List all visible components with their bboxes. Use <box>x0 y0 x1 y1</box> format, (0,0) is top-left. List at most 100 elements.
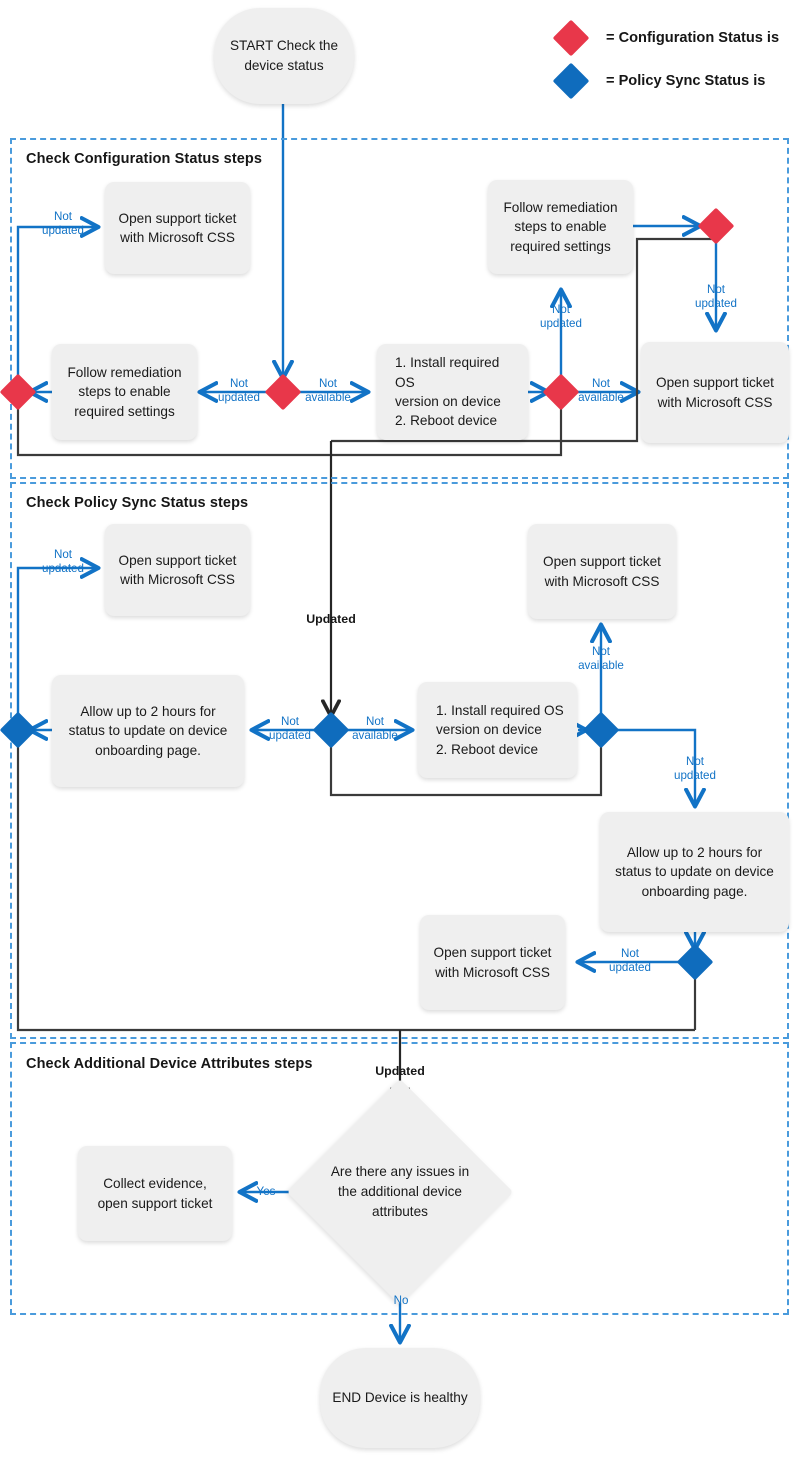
box-line: status to update on device <box>615 864 774 880</box>
edge-label-no: No <box>393 1294 409 1307</box>
edge-label-config-center-right: Not available <box>300 377 356 404</box>
edge-label-line: Not <box>365 715 385 728</box>
box-install-os-reboot-config: 1. Install required OS version on device… <box>377 344 528 440</box>
edge-label-line: Not <box>685 755 705 768</box>
edge-label-sync-center-right: Not available <box>347 715 403 742</box>
box-open-support-ticket-config-left: Open support ticket with Microsoft CSS <box>105 182 250 274</box>
edge-label-line: Not <box>53 210 73 223</box>
section-title-policy-sync-status: Check Policy Sync Status steps <box>26 495 249 511</box>
start-line-1: START <box>229 38 274 54</box>
box-line: Open support ticket <box>118 210 237 226</box>
box-line: required settings <box>74 403 175 419</box>
box-open-support-ticket-config-right: Open support ticket with Microsoft CSS <box>641 342 789 443</box>
edge-label-line: Not <box>53 548 73 561</box>
box-line: onboarding page. <box>641 883 748 899</box>
box-collect-evidence-open-ticket: Collect evidence, open support ticket <box>78 1146 232 1241</box>
box-line: with Microsoft CSS <box>120 572 235 587</box>
box-open-support-ticket-sync-top: Open support ticket with Microsoft CSS <box>528 524 676 619</box>
edge-label-config-right-available: Not available <box>573 377 629 404</box>
blue-diamond-icon <box>552 62 590 100</box>
box-line: steps to enable <box>514 219 607 235</box>
end-terminator: END Device is healthy <box>320 1348 480 1448</box>
edge-label-line: updated <box>609 960 651 974</box>
edge-label-line: Not <box>551 303 571 316</box>
edge-label-line: updated <box>695 296 737 310</box>
end-line-1: END <box>332 1390 362 1406</box>
box-line: required settings <box>510 238 611 254</box>
edge-label-line: updated <box>42 561 84 575</box>
section-title-additional-device-attributes: Check Additional Device Attributes steps <box>26 1056 313 1072</box>
box-line: 1. Install required OS <box>436 703 564 719</box>
box-line: Open support ticket <box>433 945 552 961</box>
end-line-2: Device is healthy <box>364 1390 468 1406</box>
box-line: with Microsoft CSS <box>120 230 235 245</box>
edge-label-line: updated <box>269 728 311 742</box>
decision-line: Are there any issues <box>330 1164 455 1180</box>
edge-label-line: available <box>578 658 624 672</box>
edge-label-line: Not <box>620 947 640 960</box>
edge-label-config-center-left: Not updated <box>211 377 267 404</box>
box-line: Allow up to 2 hours for <box>626 845 763 861</box>
box-follow-remediation-config-left: Follow remediation steps to enable requi… <box>52 344 197 440</box>
section-title-configuration-status: Check Configuration Status steps <box>26 151 263 167</box>
box-line: Open support ticket <box>543 554 661 570</box>
edge-label-line: Not <box>706 283 726 296</box>
edge-label-sync-bottom-notupdated: Not updated <box>602 947 658 974</box>
legend-item-policy-sync-status: = Policy Sync Status is <box>552 62 766 100</box>
edge-label-sync-right-notupdated: Not updated <box>667 755 723 782</box>
box-line: open support ticket <box>97 1195 213 1211</box>
edge-label-sync-up-available: Not available <box>573 645 629 672</box>
box-line: with Microsoft CSS <box>544 573 660 589</box>
edge-label-sync-top-left: Not updated <box>37 548 89 575</box>
edge-label-line: available <box>578 390 624 404</box>
box-line: with Microsoft CSS <box>435 964 550 980</box>
box-line: 1. Install required OS <box>395 355 500 390</box>
decision-additional-device-attributes: Are there any issues in the additional d… <box>286 1078 514 1306</box>
box-line: Follow remediation <box>67 365 182 381</box>
edge-label-updated-config: Updated <box>306 612 356 626</box>
edge-label-line: Not <box>280 715 300 728</box>
box-follow-remediation-config-right: Follow remediation steps to enable requi… <box>488 180 633 274</box>
legend-label-policy-sync-status: = Policy Sync Status is <box>606 73 766 89</box>
box-line: Open support ticket <box>118 552 237 568</box>
legend-item-configuration-status: = Configuration Status is <box>552 19 780 57</box>
box-line: status to update on device <box>68 723 228 739</box>
legend-label-configuration-status: = Configuration Status is <box>606 30 780 46</box>
edge-label-config-top-left: Not updated <box>37 210 89 237</box>
start-line-3: status <box>287 58 324 73</box>
box-line: steps to enable <box>78 384 171 400</box>
edge-label-line: Not <box>318 377 338 390</box>
edge-label-line: updated <box>218 390 260 404</box>
box-line: 2. Reboot device <box>436 741 539 757</box>
red-diamond-icon <box>552 19 590 57</box>
box-open-support-ticket-sync-left: Open support ticket with Microsoft CSS <box>105 524 250 616</box>
edge-label-line: Not <box>591 377 611 390</box>
edge-label-config-topright-notupdated: Not updated <box>688 283 744 310</box>
edge-label-line: available <box>352 728 398 742</box>
edge-label-line: updated <box>42 223 84 237</box>
box-allow-2-hours-sync-left: Allow up to 2 hours for status to update… <box>52 675 244 787</box>
edge-label-yes: Yes <box>256 1185 276 1198</box>
box-line: onboarding page. <box>95 742 201 758</box>
flowchart-canvas: = Configuration Status is = Policy Sync … <box>0 0 800 1458</box>
box-line: Collect evidence, <box>103 1176 207 1192</box>
edge-label-sync-center-left: Not updated <box>262 715 318 742</box>
box-allow-2-hours-sync-right: Allow up to 2 hours for status to update… <box>600 812 789 932</box>
edge-label-updated-sync: Updated <box>375 1064 425 1078</box>
box-line: Allow up to 2 hours for <box>80 704 216 720</box>
edge-label-config-up-remediation: Not updated <box>533 303 589 330</box>
start-terminator: START Check the device status <box>214 8 354 104</box>
edge-label-line: updated <box>674 768 716 782</box>
box-line: Open support ticket <box>656 375 774 391</box>
box-install-os-reboot-sync: 1. Install required OS version on device… <box>418 682 577 778</box>
edge-label-line: Not <box>229 377 249 390</box>
decision-text: Are there any issues in the additional d… <box>325 1162 475 1221</box>
edge-label-line: available <box>305 390 351 404</box>
edge-label-line: Not <box>591 645 611 658</box>
box-line: version on device <box>436 722 542 738</box>
box-line: version on device <box>395 394 501 409</box>
edge-label-line: updated <box>540 316 582 330</box>
box-open-support-ticket-sync-bottom: Open support ticket with Microsoft CSS <box>420 915 565 1010</box>
box-line: Follow remediation <box>503 200 618 216</box>
box-line: with Microsoft CSS <box>657 394 773 410</box>
